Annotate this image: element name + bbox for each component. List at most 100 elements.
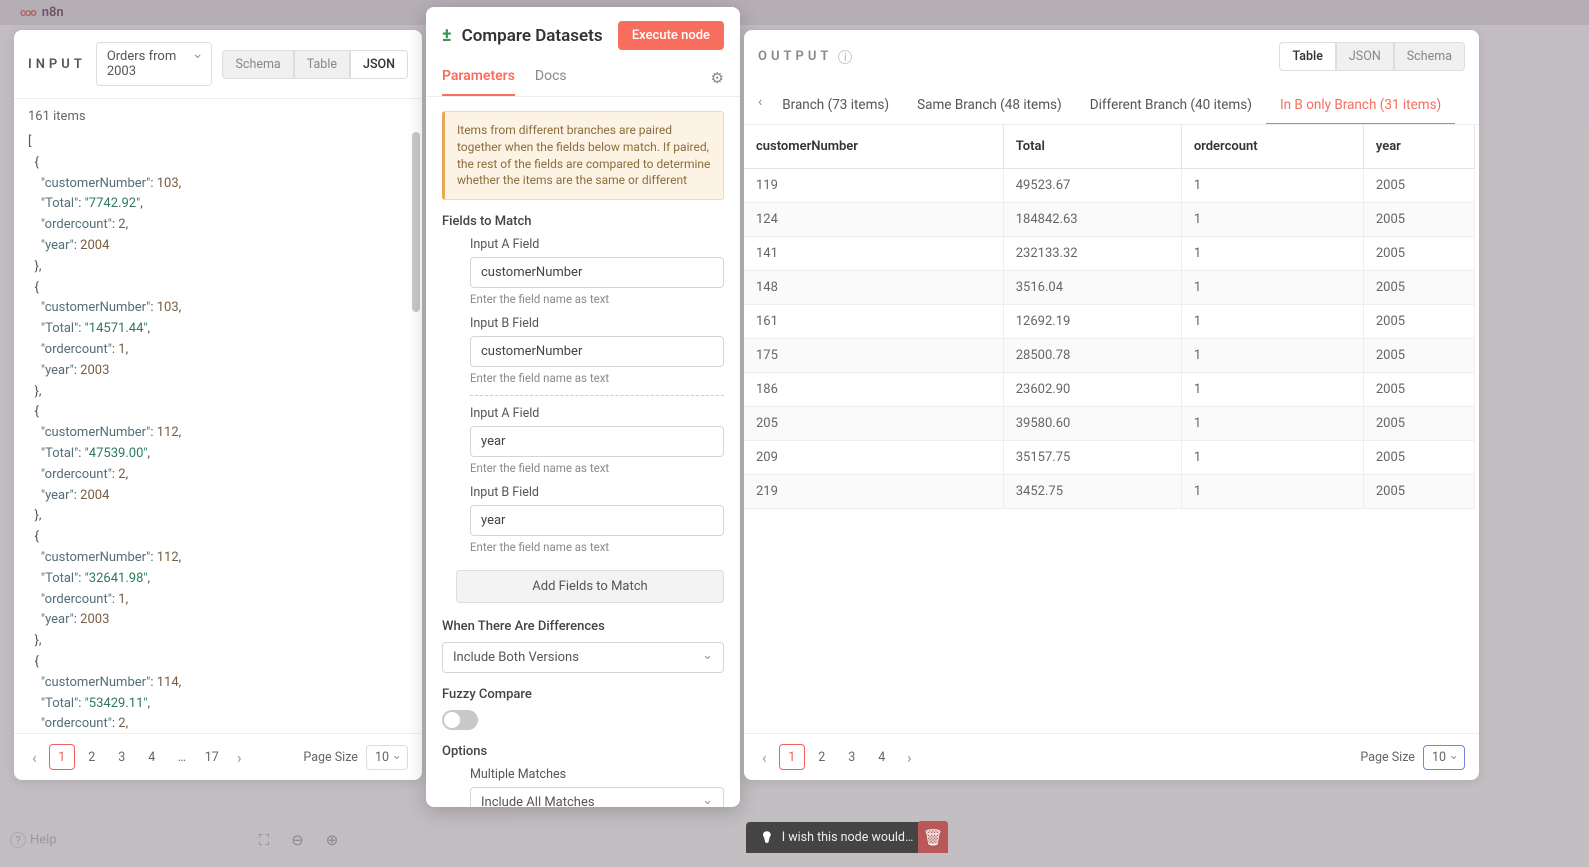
page-button[interactable]: 2 [79,744,105,770]
output-table-wrap[interactable]: customerNumberTotalordercountyear1194952… [744,125,1479,733]
field-group: Multiple Matches Include All Matches [442,767,724,807]
tab-schema[interactable]: Schema [1394,42,1465,71]
input-b-field-2[interactable] [470,505,724,536]
table-cell: 1 [1181,339,1363,373]
info-callout: Items from different branches are paired… [442,111,724,200]
table-header[interactable]: year [1363,125,1474,169]
page-button[interactable]: 1 [49,744,75,770]
zoom-out-icon[interactable]: ⊖ [287,827,308,853]
page-button[interactable]: 17 [199,744,225,770]
table-row[interactable]: 124184842.6312005 [744,203,1475,237]
table-cell: 209 [744,441,1003,475]
table-cell: 49523.67 [1003,169,1181,203]
output-pages: 1234 [779,744,895,770]
canvas-controls: Help ⛶ ⊖ ⊕ [10,827,342,853]
tab-table[interactable]: Table [1279,42,1335,71]
page-button[interactable]: 1 [779,744,805,770]
page-button[interactable]: … [169,744,195,770]
table-cell: 12692.19 [1003,305,1181,339]
table-row[interactable]: 17528500.7812005 [744,339,1475,373]
branch-tab[interactable]: In B only Branch (31 items) [1266,89,1455,125]
table-cell: 2005 [1363,441,1474,475]
differences-select[interactable]: Include Both Versions [442,642,724,673]
feedback-bar[interactable]: I wish this node would… [746,822,933,853]
node-config-panel: ± Compare Datasets Execute node Paramete… [426,7,740,807]
tab-docs[interactable]: Docs [535,60,567,96]
zoom-in-icon[interactable]: ⊕ [322,827,343,853]
fields-to-match-label: Fields to Match [442,214,724,229]
table-row[interactable]: 2193452.7512005 [744,475,1475,509]
tab-json[interactable]: JSON [350,50,408,79]
table-row[interactable]: 20539580.6012005 [744,407,1475,441]
node-body: Items from different branches are paired… [426,97,740,807]
table-cell: 2005 [1363,339,1474,373]
table-row[interactable]: 1483516.0412005 [744,271,1475,305]
multiple-matches-select[interactable]: Include All Matches [470,787,724,807]
tab-table[interactable]: Table [294,50,350,79]
scrollbar-thumb[interactable] [412,132,420,312]
input-title: INPUT [28,57,86,72]
tab-parameters[interactable]: Parameters [442,60,515,96]
divider [470,395,724,396]
trash-button[interactable]: 🗑 [918,821,948,853]
input-b-field[interactable] [470,336,724,367]
table-row[interactable]: 20935157.7512005 [744,441,1475,475]
tab-json[interactable]: JSON [1336,42,1394,71]
page-size-select[interactable]: 10 [1423,745,1465,770]
info-icon[interactable]: i [838,50,852,64]
input-source-select[interactable]: Orders from 2003 [96,42,213,86]
page-button[interactable]: 3 [109,744,135,770]
table-cell: 119 [744,169,1003,203]
table-cell: 186 [744,373,1003,407]
page-next-icon[interactable]: › [903,748,916,767]
table-header[interactable]: Total [1003,125,1181,169]
gear-icon[interactable]: ⚙ [711,69,724,87]
input-a-field-2[interactable] [470,426,724,457]
page-prev-icon[interactable]: ‹ [28,748,41,767]
output-pagination: ‹ 1234 › Page Size 10 [744,733,1479,780]
tab-schema[interactable]: Schema [222,50,293,79]
differences-label: When There Are Differences [442,619,724,634]
table-header[interactable]: customerNumber [744,125,1003,169]
input-a-field[interactable] [470,257,724,288]
field-group: Input B Field Enter the field name as te… [442,316,724,385]
feedback-text: I wish this node would… [782,830,914,845]
table-cell: 1 [1181,373,1363,407]
branch-tabs: ‹ Branch (73 items)Same Branch (48 items… [744,83,1479,125]
input-panel: INPUT Orders from 2003 Schema Table JSON… [14,30,422,780]
fuzzy-compare-label: Fuzzy Compare [442,687,724,702]
page-next-icon[interactable]: › [233,748,246,767]
branch-tab[interactable]: Same Branch (48 items) [903,89,1076,124]
node-title: Compare Datasets [462,26,608,46]
table-row[interactable]: 11949523.6712005 [744,169,1475,203]
add-fields-button[interactable]: Add Fields to Match [456,570,724,603]
table-row[interactable]: 18623602.9012005 [744,373,1475,407]
table-header[interactable]: ordercount [1181,125,1363,169]
page-button[interactable]: 3 [839,744,865,770]
output-header: OUTPUT i Table JSON Schema [744,30,1479,83]
fuzzy-compare-toggle[interactable] [442,710,478,730]
table-cell: 39580.60 [1003,407,1181,441]
help-button[interactable]: Help [10,832,57,848]
fit-view-icon[interactable]: ⛶ [255,827,274,853]
page-prev-icon[interactable]: ‹ [758,748,771,767]
help-label: Help [30,833,57,848]
table-cell: 175 [744,339,1003,373]
table-cell: 23602.90 [1003,373,1181,407]
table-cell: 1 [1181,237,1363,271]
page-button[interactable]: 4 [139,744,165,770]
field-hint: Enter the field name as text [470,292,724,306]
table-cell: 232133.32 [1003,237,1181,271]
execute-node-button[interactable]: Execute node [618,21,724,50]
branch-tab[interactable]: Branch (73 items) [768,89,903,124]
branch-tab[interactable]: Different Branch (40 items) [1076,89,1266,124]
input-json-view[interactable]: [ { "customerNumber": 103, "Total": "774… [14,128,422,733]
branch-prev-icon[interactable]: ‹ [758,94,768,120]
table-row[interactable]: 141232133.3212005 [744,237,1475,271]
page-button[interactable]: 4 [869,744,895,770]
table-cell: 1 [1181,441,1363,475]
table-row[interactable]: 16112692.1912005 [744,305,1475,339]
node-header: ± Compare Datasets Execute node [426,7,740,60]
page-button[interactable]: 2 [809,744,835,770]
page-size-select[interactable]: 10 [366,745,408,770]
